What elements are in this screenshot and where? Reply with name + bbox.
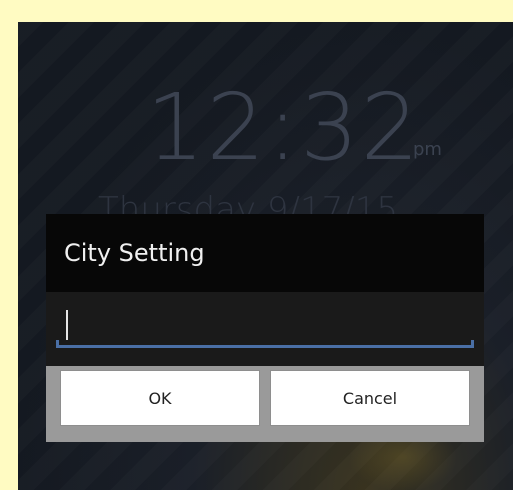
cancel-button[interactable]: Cancel (270, 370, 470, 426)
text-cursor (66, 310, 68, 340)
city-input[interactable] (56, 304, 474, 348)
dialog-title: City Setting (46, 214, 484, 292)
ok-button[interactable]: OK (60, 370, 260, 426)
input-underline-right-edge (471, 340, 474, 348)
dialog-body (46, 292, 484, 366)
clock-ampm: pm (413, 139, 442, 160)
input-underline-left-edge (56, 340, 59, 348)
clock-time: 12:32 (146, 74, 422, 181)
app-frame: 12:32 pm Thursday 9/17/15 City Setting O… (0, 0, 513, 490)
city-setting-dialog: City Setting OK Cancel (46, 214, 484, 442)
